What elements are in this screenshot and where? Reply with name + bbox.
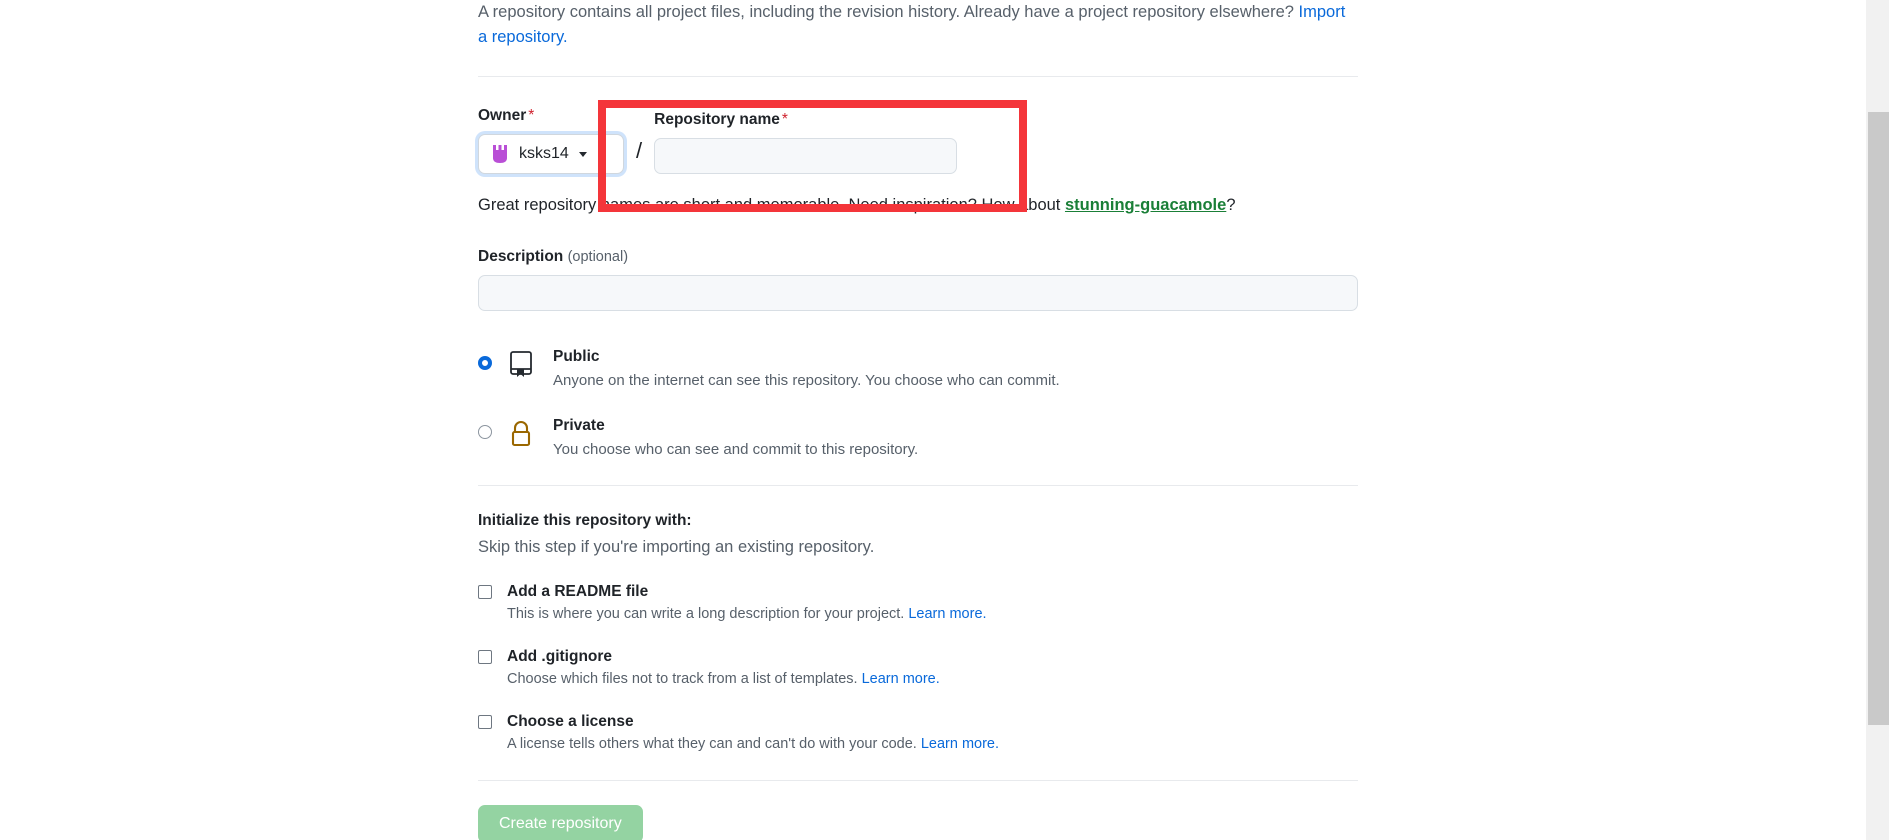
hint-before-text: Great repository names are short and mem…	[478, 196, 1065, 214]
public-title: Public	[553, 348, 600, 365]
readme-checkbox[interactable]	[478, 585, 492, 599]
private-title: Private	[553, 417, 605, 434]
owner-name-separator: /	[636, 138, 643, 163]
repository-name-label-text: Repository name	[654, 111, 780, 128]
repository-name-required-asterisk: *	[781, 111, 788, 128]
owner-select-button[interactable]: ksks14	[478, 134, 624, 174]
repo-book-icon	[508, 350, 536, 380]
initialize-subtitle: Skip this step if you're importing an ex…	[478, 538, 875, 556]
repository-name-input[interactable]	[654, 138, 958, 174]
readme-check-line[interactable]: Add a README file	[478, 583, 1358, 601]
create-repository-page: A repository contains all project files,…	[0, 0, 1889, 840]
readme-description: This is where you can write a long descr…	[507, 606, 1358, 622]
license-description-text: A license tells others what they can and…	[507, 736, 921, 752]
divider-bottom	[478, 780, 1358, 781]
divider-middle	[478, 485, 1358, 486]
initialize-section: Initialize this repository with: Skip th…	[478, 512, 1358, 752]
public-radio-button[interactable]	[478, 356, 492, 370]
owner-label-text: Owner	[478, 107, 527, 124]
repository-name-label: Repository name *	[654, 111, 957, 129]
vertical-scrollbar-thumb[interactable]	[1868, 112, 1889, 725]
lock-icon	[508, 419, 536, 449]
repository-name-group: Repository name *	[654, 111, 958, 174]
private-radio-button[interactable]	[478, 425, 492, 439]
license-learn-more-link[interactable]: Learn more.	[921, 736, 999, 752]
initialize-title: Initialize this repository with:	[478, 512, 692, 529]
description-group: Description (optional)	[478, 248, 1358, 311]
readme-learn-more-link[interactable]: Learn more.	[908, 606, 986, 622]
license-description: A license tells others what they can and…	[507, 736, 1358, 752]
intro-text: A repository contains all project files,…	[478, 3, 1294, 21]
divider-top	[478, 76, 1358, 77]
suggested-name-link[interactable]: stunning-guacamole	[1065, 196, 1226, 214]
owner-group: Owner * ksks14	[478, 107, 624, 174]
repository-name-hint: Great repository names are short and mem…	[478, 194, 1358, 216]
gitignore-description: Choose which files not to track from a l…	[507, 671, 1358, 687]
readme-description-text: This is where you can write a long descr…	[507, 606, 909, 622]
vertical-scrollbar-track[interactable]	[1866, 0, 1889, 840]
visibility-options: Public Anyone on the internet can see th…	[478, 347, 1358, 461]
license-label: Choose a license	[507, 713, 634, 730]
chevron-down-icon	[578, 151, 587, 157]
initialize-option-readme: Add a README file This is where you can …	[478, 583, 1358, 622]
visibility-option-private[interactable]: Private You choose who can see and commi…	[478, 416, 1358, 461]
intro-paragraph: A repository contains all project files,…	[478, 0, 1358, 50]
readme-label: Add a README file	[507, 583, 649, 600]
description-label: Description (optional)	[478, 248, 1358, 266]
new-repository-form: A repository contains all project files,…	[478, 0, 1358, 840]
private-description: You choose who can see and commit to thi…	[553, 441, 919, 458]
initialize-option-license: Choose a license A license tells others …	[478, 713, 1358, 752]
owner-label: Owner *	[478, 107, 624, 125]
owner-and-name-row: Owner * ksks14 / Repository name *	[478, 107, 1358, 174]
private-text-block: Private You choose who can see and commi…	[553, 416, 918, 461]
description-label-text: Description	[478, 248, 564, 265]
license-check-line[interactable]: Choose a license	[478, 713, 1358, 731]
create-repository-button[interactable]: Create repository	[478, 805, 643, 840]
user-avatar-identicon-icon	[489, 143, 511, 165]
gitignore-learn-more-link[interactable]: Learn more.	[862, 671, 940, 687]
hint-after-text: ?	[1226, 196, 1236, 214]
gitignore-label: Add .gitignore	[507, 648, 613, 665]
gitignore-description-text: Choose which files not to track from a l…	[507, 671, 862, 687]
license-checkbox[interactable]	[478, 715, 492, 729]
gitignore-check-line[interactable]: Add .gitignore	[478, 648, 1358, 666]
description-input[interactable]	[478, 275, 1358, 311]
public-description: Anyone on the internet can see this repo…	[553, 372, 1060, 389]
gitignore-checkbox[interactable]	[478, 650, 492, 664]
owner-required-asterisk: *	[528, 107, 535, 124]
visibility-option-public[interactable]: Public Anyone on the internet can see th…	[478, 347, 1358, 392]
description-optional-text: (optional)	[567, 249, 629, 265]
public-text-block: Public Anyone on the internet can see th…	[553, 347, 1060, 392]
owner-name-text: ksks14	[519, 145, 569, 162]
initialize-option-gitignore: Add .gitignore Choose which files not to…	[478, 648, 1358, 687]
